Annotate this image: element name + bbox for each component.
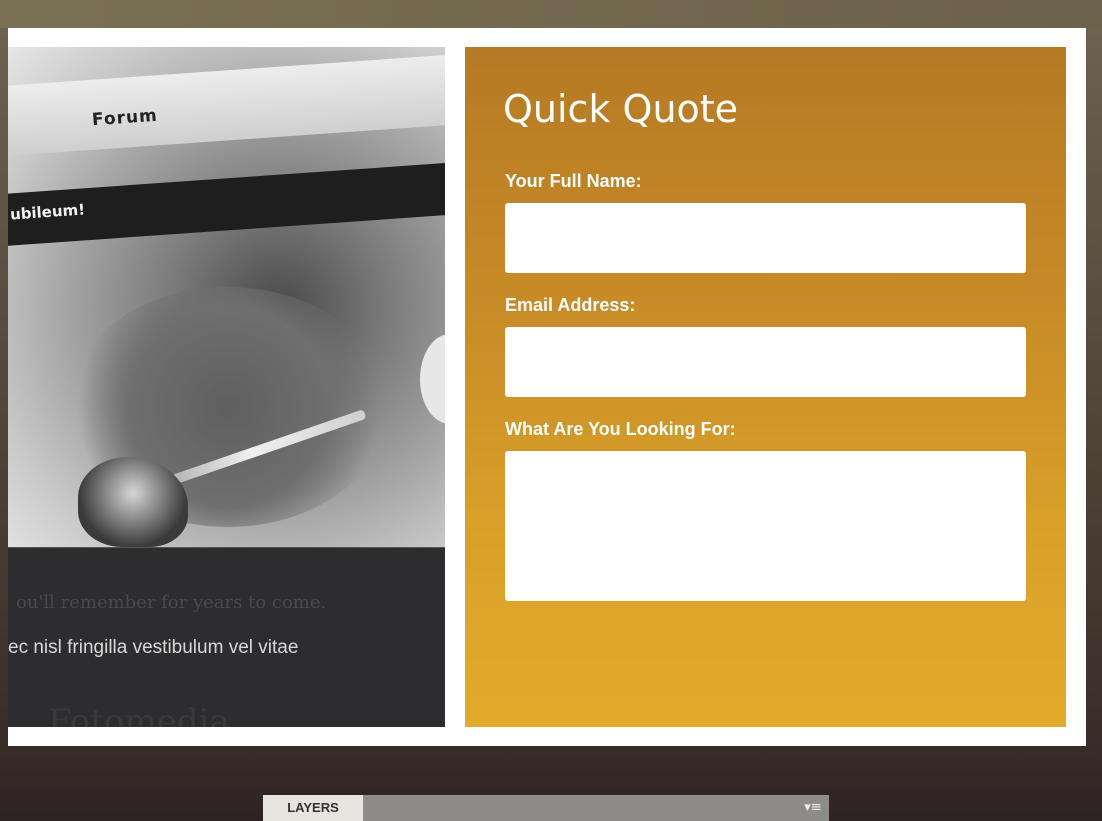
panel-menu-icon[interactable]: ▾≡ [803, 798, 823, 818]
email-label: Email Address: [505, 295, 636, 315]
faded-heading: Fotomedia [48, 702, 230, 727]
top-band [0, 0, 1102, 28]
website-preview: Forum ubileum! ou'll remember for years … [8, 47, 445, 727]
quick-quote-panel: Quick Quote Your Full Name: Email Addres… [465, 47, 1066, 727]
quick-quote-title: Quick Quote [503, 87, 739, 131]
body-text: ec nisl fringilla vestibulum vel vitae [8, 637, 299, 658]
full-name-label: Your Full Name: [505, 171, 642, 191]
layers-tab[interactable]: LAYERS [263, 795, 363, 821]
layers-panel-bar: LAYERS ▾≡ [263, 795, 829, 821]
tagline-text: ou'll remember for years to come. [16, 592, 327, 613]
full-name-input[interactable] [505, 203, 1026, 273]
looking-for-label: What Are You Looking For: [505, 419, 736, 439]
looking-for-textarea[interactable] [505, 451, 1026, 601]
email-input[interactable] [505, 327, 1026, 397]
